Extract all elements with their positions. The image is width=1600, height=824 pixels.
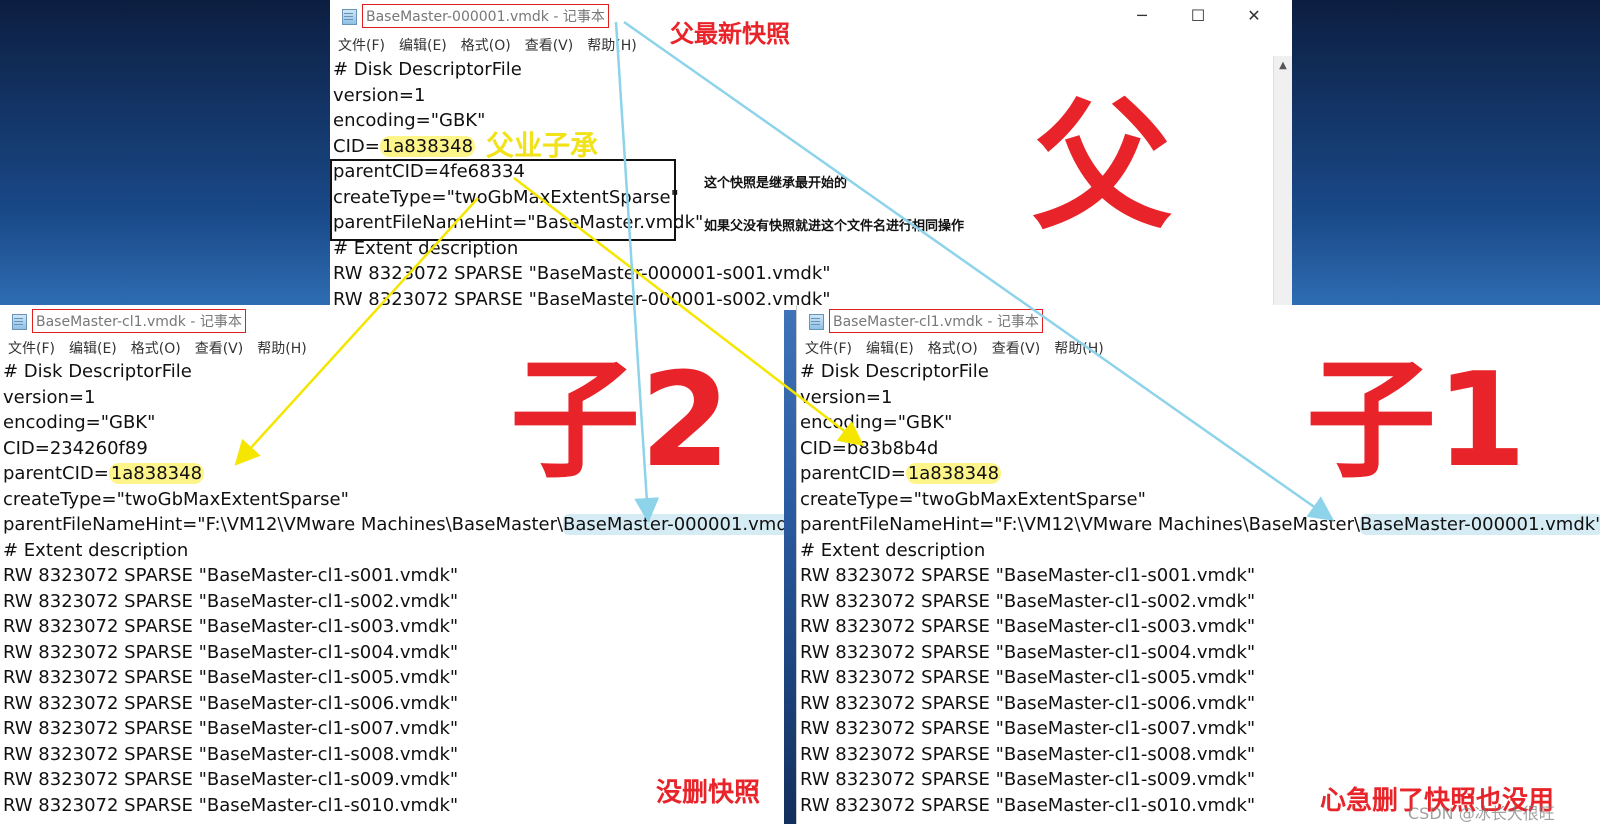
window-controls: ─ ☐ ✕: [1114, 0, 1282, 30]
watermark: CSDN @冰长大很旺: [1408, 804, 1555, 823]
menu-help[interactable]: 帮助(H): [587, 35, 636, 55]
window-title: BaseMaster-000001.vmdk - 记事本: [362, 4, 609, 28]
extent-line: RW 8323072 SPARSE "BaseMaster-cl1-s005.v…: [800, 667, 1256, 688]
menu-help[interactable]: 帮助(H): [1054, 338, 1103, 358]
extent-line: RW 8323072 SPARSE "BaseMaster-cl1-s005.v…: [3, 667, 459, 688]
menu-file[interactable]: 文件(F): [338, 35, 385, 55]
parent-cid-value: 1a838348: [108, 463, 205, 484]
annotation-big-child2: 子2: [510, 344, 731, 496]
menu-format[interactable]: 格式(O): [928, 338, 978, 358]
extent-line: RW 8323072 SPARSE "BaseMaster-cl1-s003.v…: [800, 616, 1256, 637]
text-line: # Extent description: [800, 539, 986, 561]
menu-edit[interactable]: 编辑(E): [69, 338, 117, 358]
annotation-big-parent: 父: [1032, 86, 1173, 249]
cid-value: 1a838348: [379, 135, 476, 157]
extent-line: RW 8323072 SPARSE "BaseMaster-cl1-s004.v…: [3, 641, 459, 663]
parent-info-box: [330, 159, 676, 241]
extent-line: RW 8323072 SPARSE "BaseMaster-cl1-s004.v…: [800, 641, 1256, 663]
extent-line: RW 8323072 SPARSE "BaseMaster-cl1-s006.v…: [800, 692, 1256, 714]
title-bar[interactable]: BaseMaster-cl1.vmdk - 记事本: [0, 305, 784, 337]
notepad-icon: [10, 313, 28, 330]
menu-help[interactable]: 帮助(H): [257, 338, 306, 358]
extent-line: RW 8323072 SPARSE "BaseMaster-cl1-s008.v…: [3, 743, 459, 765]
annotation-parent-latest: 父最新快照: [670, 20, 790, 48]
annotation-note-inherit-start: 这个快照是继承最开始的: [704, 176, 848, 191]
hint-prefix: parentFileNameHint="F:\VM12\VMware Machi…: [800, 514, 1361, 535]
text-line: # Disk DescriptorFile: [333, 59, 522, 80]
text-line: version=1: [333, 84, 426, 106]
notepad-icon: [807, 313, 825, 330]
menu-format[interactable]: 格式(O): [131, 338, 181, 358]
hint-file: BaseMaster-000001.vmdk": [563, 514, 784, 535]
close-button[interactable]: ✕: [1226, 0, 1282, 30]
desktop-background-right: [1290, 0, 1600, 310]
menu-bar: 文件(F) 编辑(E) 格式(O) 查看(V) 帮助(H): [330, 32, 1292, 58]
extent-line: RW 8323072 SPARSE "BaseMaster-cl1-s002.v…: [800, 590, 1256, 612]
window-title: BaseMaster-cl1.vmdk - 记事本: [32, 309, 246, 333]
annotation-note-no-snapshot: 如果父没有快照就进这个文件名进行相同操作: [704, 219, 965, 234]
menu-view[interactable]: 查看(V): [992, 338, 1041, 358]
parent-cid-label: parentCID=: [800, 463, 906, 484]
text-line: # Extent description: [3, 539, 189, 561]
menu-format[interactable]: 格式(O): [461, 35, 511, 55]
menu-edit[interactable]: 编辑(E): [399, 35, 447, 55]
minimize-button[interactable]: ─: [1114, 0, 1170, 30]
menu-edit[interactable]: 编辑(E): [866, 338, 914, 358]
menu-view[interactable]: 查看(V): [195, 338, 244, 358]
vertical-scrollbar[interactable]: ▲: [1273, 56, 1292, 310]
menu-file[interactable]: 文件(F): [8, 338, 55, 358]
menu-view[interactable]: 查看(V): [525, 35, 574, 55]
text-line: RW 8323072 SPARSE "BaseMaster-000001-s00…: [333, 263, 831, 284]
title-bar[interactable]: BaseMaster-cl1.vmdk - 记事本: [797, 305, 1600, 337]
parent-hint-line: parentFileNameHint="F:\VM12\VMware Machi…: [3, 512, 784, 538]
extent-line: RW 8323072 SPARSE "BaseMaster-cl1-s001.v…: [3, 565, 459, 586]
extent-line: RW 8323072 SPARSE "BaseMaster-cl1-s006.v…: [3, 692, 459, 714]
annotation-inherit: 父业子承: [486, 129, 599, 162]
notepad-icon: [340, 8, 358, 25]
maximize-button[interactable]: ☐: [1170, 0, 1226, 30]
annotation-no-delete: 没删快照: [656, 778, 761, 808]
parent-cid-value: 1a838348: [905, 463, 1002, 484]
cid-label: CID=: [333, 135, 380, 157]
extent-line: RW 8323072 SPARSE "BaseMaster-cl1-s007.v…: [800, 718, 1256, 739]
extent-line: RW 8323072 SPARSE "BaseMaster-cl1-s002.v…: [3, 590, 459, 612]
parent-hint-line: parentFileNameHint="F:\VM12\VMware Machi…: [800, 512, 1600, 538]
extent-line: RW 8323072 SPARSE "BaseMaster-cl1-s008.v…: [800, 743, 1256, 765]
title-bar[interactable]: BaseMaster-000001.vmdk - 记事本 ─ ☐ ✕: [330, 0, 1292, 32]
hint-file: BaseMaster-000001.vmdk": [1360, 514, 1600, 535]
menu-file[interactable]: 文件(F): [805, 338, 852, 358]
extent-line: RW 8323072 SPARSE "BaseMaster-cl1-s007.v…: [3, 718, 459, 739]
desktop-background-left: [0, 0, 340, 310]
scroll-up-icon[interactable]: ▲: [1274, 56, 1292, 74]
hint-prefix: parentFileNameHint="F:\VM12\VMware Machi…: [3, 514, 564, 535]
annotation-big-child1: 子1: [1306, 344, 1527, 496]
parent-cid-label: parentCID=: [3, 463, 109, 484]
extent-line: RW 8323072 SPARSE "BaseMaster-cl1-s001.v…: [800, 565, 1256, 586]
extent-line: RW 8323072 SPARSE "BaseMaster-cl1-s003.v…: [3, 616, 459, 637]
window-title: BaseMaster-cl1.vmdk - 记事本: [829, 309, 1043, 333]
